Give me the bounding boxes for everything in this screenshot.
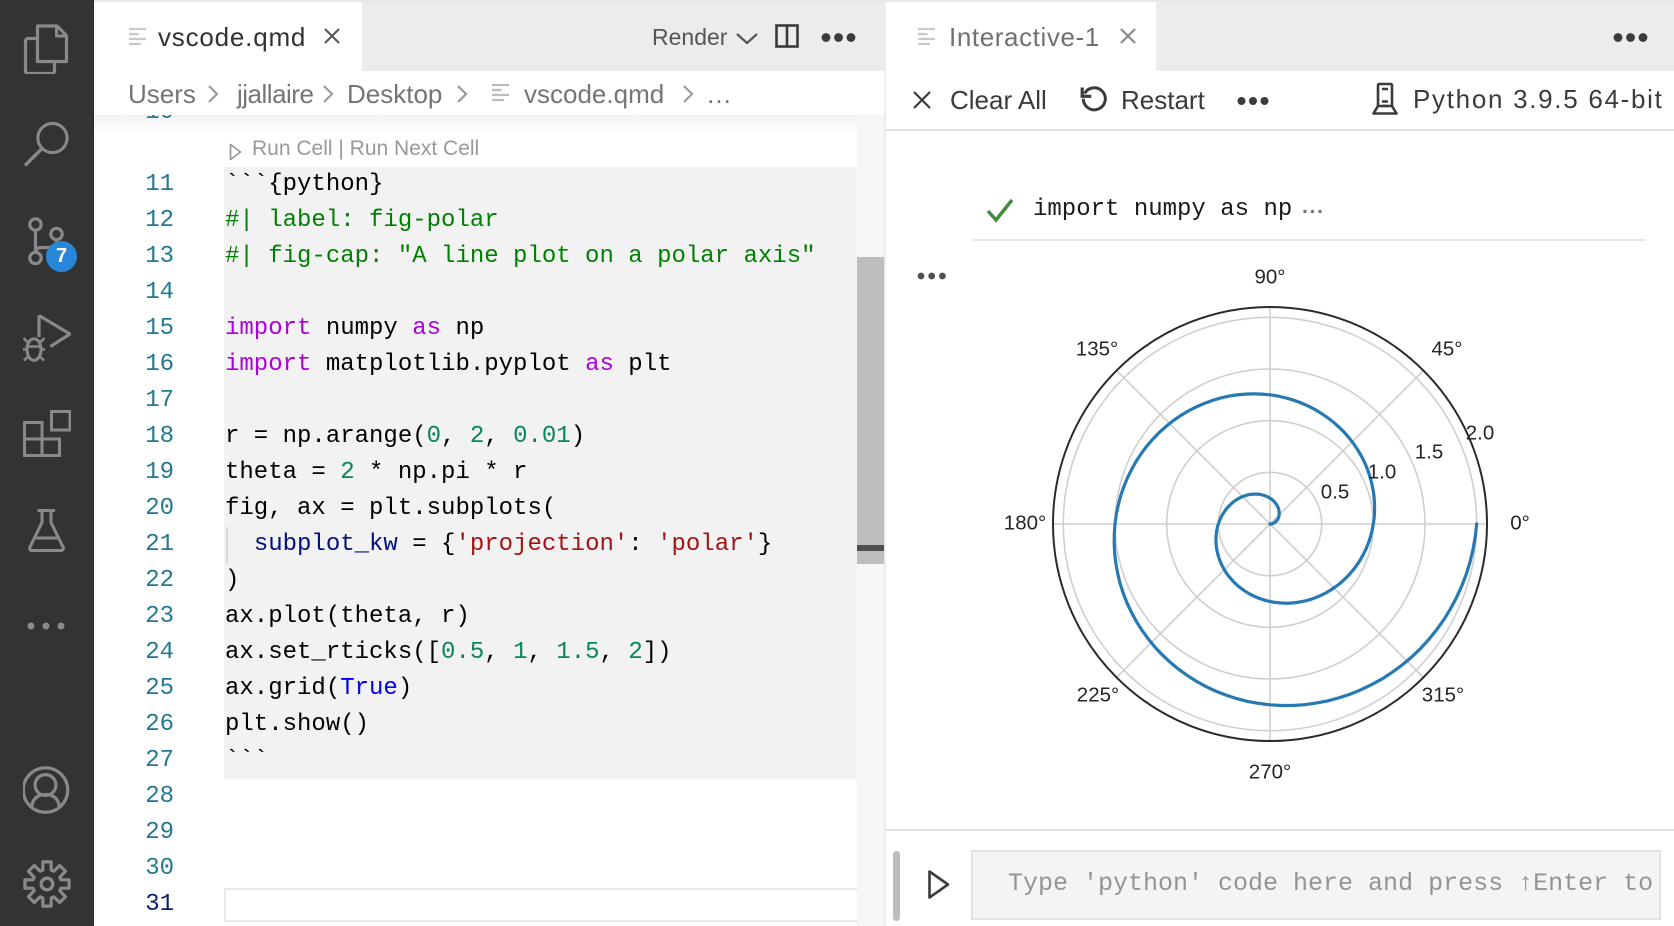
svg-text:225°: 225° — [1077, 684, 1119, 707]
svg-text:0.5: 0.5 — [1321, 481, 1350, 504]
svg-text:0°: 0° — [1510, 512, 1530, 535]
svg-text:1.5: 1.5 — [1415, 441, 1444, 464]
svg-text:135°: 135° — [1076, 338, 1118, 361]
svg-text:90°: 90° — [1254, 266, 1285, 289]
svg-text:315°: 315° — [1422, 684, 1464, 707]
svg-text:45°: 45° — [1431, 338, 1462, 361]
svg-text:1.0: 1.0 — [1368, 461, 1397, 484]
svg-text:180°: 180° — [1004, 512, 1046, 535]
svg-text:270°: 270° — [1249, 761, 1291, 784]
svg-text:2.0: 2.0 — [1466, 422, 1495, 445]
